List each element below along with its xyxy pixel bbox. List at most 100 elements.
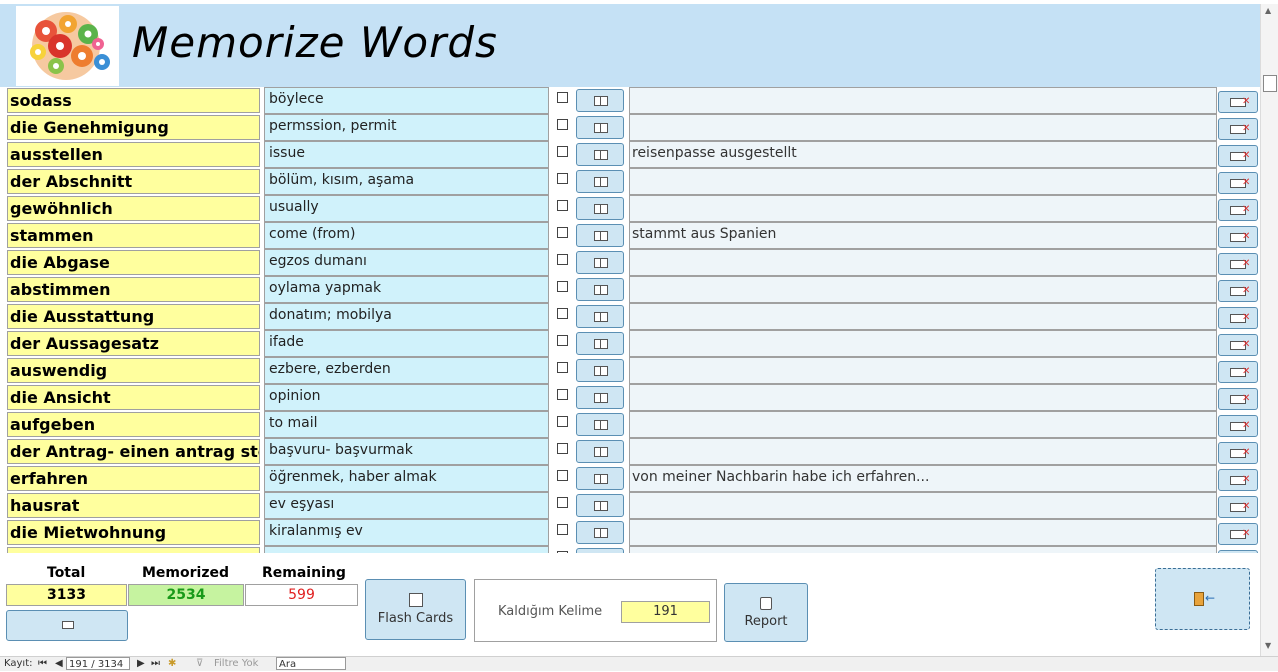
memorized-checkbox[interactable] bbox=[557, 227, 568, 238]
flash-cards-button[interactable]: Flash Cards bbox=[365, 579, 466, 640]
memorized-checkbox[interactable] bbox=[557, 497, 568, 508]
details-button[interactable] bbox=[576, 494, 624, 517]
memorized-checkbox[interactable] bbox=[557, 470, 568, 481]
memorized-checkbox[interactable] bbox=[557, 281, 568, 292]
details-button[interactable] bbox=[576, 359, 624, 382]
last-record-icon[interactable]: ⏭ bbox=[151, 657, 160, 671]
vertical-scrollbar[interactable]: ▲ ▼ bbox=[1260, 4, 1278, 656]
meaning-field[interactable]: başvuru- başvurmak bbox=[264, 438, 549, 465]
example-field[interactable] bbox=[629, 303, 1217, 330]
meaning-field[interactable]: kiralanmış ev bbox=[264, 519, 549, 546]
memorized-checkbox[interactable] bbox=[557, 146, 568, 157]
meaning-field[interactable]: oylama yapmak bbox=[264, 276, 549, 303]
search-input[interactable]: Ara bbox=[276, 657, 346, 670]
delete-row-button[interactable]: ✕ bbox=[1218, 226, 1258, 248]
word-field[interactable]: hausrat bbox=[7, 493, 260, 518]
new-record-icon[interactable]: ✱ bbox=[168, 657, 176, 671]
word-field[interactable]: die Abgase bbox=[7, 250, 260, 275]
memorized-checkbox[interactable] bbox=[557, 416, 568, 427]
example-field[interactable] bbox=[629, 114, 1217, 141]
delete-row-button[interactable]: ✕ bbox=[1218, 523, 1258, 545]
meaning-field[interactable]: donatım; mobilya bbox=[264, 303, 549, 330]
meaning-field[interactable]: ifade bbox=[264, 330, 549, 357]
first-record-icon[interactable]: ⏮ bbox=[38, 657, 47, 671]
memorized-checkbox[interactable] bbox=[557, 254, 568, 265]
delete-row-button[interactable]: ✕ bbox=[1218, 172, 1258, 194]
example-field[interactable] bbox=[629, 330, 1217, 357]
word-field[interactable]: abstimmen bbox=[7, 277, 260, 302]
delete-row-button[interactable]: ✕ bbox=[1218, 388, 1258, 410]
filter-status[interactable]: Filtre Yok bbox=[214, 657, 258, 671]
delete-row-button[interactable]: ✕ bbox=[1218, 361, 1258, 383]
word-field[interactable]: der Aussagesatz bbox=[7, 331, 260, 356]
word-field[interactable]: erfahren bbox=[7, 466, 260, 491]
meaning-field[interactable]: opinion bbox=[264, 384, 549, 411]
memorized-checkbox[interactable] bbox=[557, 389, 568, 400]
example-field[interactable]: stammt aus Spanien bbox=[629, 222, 1217, 249]
details-button[interactable] bbox=[576, 170, 624, 193]
next-record-icon[interactable]: ▶ bbox=[137, 657, 145, 671]
word-field[interactable]: die Ausstattung bbox=[7, 304, 260, 329]
memorized-checkbox[interactable] bbox=[557, 200, 568, 211]
details-button[interactable] bbox=[576, 251, 624, 274]
details-button[interactable] bbox=[576, 386, 624, 409]
details-button[interactable] bbox=[576, 89, 624, 112]
memorized-checkbox[interactable] bbox=[557, 335, 568, 346]
example-field[interactable] bbox=[629, 276, 1217, 303]
bookmark-value[interactable]: 191 bbox=[621, 601, 710, 623]
memorized-checkbox[interactable] bbox=[557, 173, 568, 184]
example-field[interactable] bbox=[629, 519, 1217, 546]
meaning-field[interactable]: permssion, permit bbox=[264, 114, 549, 141]
meaning-field[interactable]: usually bbox=[264, 195, 549, 222]
delete-row-button[interactable]: ✕ bbox=[1218, 199, 1258, 221]
word-field[interactable]: der Antrag- einen antrag stellen bbox=[7, 439, 260, 464]
meaning-field[interactable]: öğrenmek, haber almak bbox=[264, 465, 549, 492]
example-field[interactable]: von meiner Nachbarin habe ich erfahren..… bbox=[629, 465, 1217, 492]
meaning-field[interactable]: issue bbox=[264, 141, 549, 168]
delete-row-button[interactable]: ✕ bbox=[1218, 496, 1258, 518]
word-field[interactable]: der Abschnitt bbox=[7, 169, 260, 194]
word-field[interactable]: aufgeben bbox=[7, 412, 260, 437]
delete-row-button[interactable]: ✕ bbox=[1218, 334, 1258, 356]
meaning-field[interactable]: come (from) bbox=[264, 222, 549, 249]
example-field[interactable] bbox=[629, 492, 1217, 519]
word-field[interactable]: die Ansicht bbox=[7, 385, 260, 410]
example-field[interactable] bbox=[629, 438, 1217, 465]
details-button[interactable] bbox=[576, 116, 624, 139]
meaning-field[interactable]: bölüm, kısım, aşama bbox=[264, 168, 549, 195]
details-button[interactable] bbox=[576, 467, 624, 490]
word-field[interactable]: sodass bbox=[7, 88, 260, 113]
example-field[interactable] bbox=[629, 357, 1217, 384]
memorized-checkbox[interactable] bbox=[557, 524, 568, 535]
details-button[interactable] bbox=[576, 143, 624, 166]
details-button[interactable] bbox=[576, 224, 624, 247]
memorized-checkbox[interactable] bbox=[557, 443, 568, 454]
refresh-button[interactable] bbox=[6, 610, 128, 641]
scrollbar-thumb[interactable] bbox=[1263, 75, 1277, 92]
meaning-field[interactable]: to mail bbox=[264, 411, 549, 438]
previous-record-icon[interactable]: ◀ bbox=[55, 657, 63, 671]
details-button[interactable] bbox=[576, 548, 624, 553]
delete-row-button[interactable]: ✕ bbox=[1218, 307, 1258, 329]
delete-row-button[interactable]: ✕ bbox=[1218, 469, 1258, 491]
word-field[interactable]: die Mietwohnung bbox=[7, 520, 260, 545]
word-field[interactable]: auswendig bbox=[7, 358, 260, 383]
details-button[interactable] bbox=[576, 197, 624, 220]
word-field[interactable]: ausstellen bbox=[7, 142, 260, 167]
scroll-up-arrow-icon[interactable]: ▲ bbox=[1265, 6, 1271, 15]
delete-row-button[interactable]: ✕ bbox=[1218, 91, 1258, 113]
report-button[interactable]: Report bbox=[724, 583, 808, 642]
memorized-checkbox[interactable] bbox=[557, 119, 568, 130]
details-button[interactable] bbox=[576, 521, 624, 544]
delete-row-button[interactable]: ✕ bbox=[1218, 118, 1258, 140]
details-button[interactable] bbox=[576, 278, 624, 301]
details-button[interactable] bbox=[576, 413, 624, 436]
meaning-field[interactable] bbox=[264, 546, 549, 553]
memorized-checkbox[interactable] bbox=[557, 551, 568, 553]
delete-row-button[interactable]: ✕ bbox=[1218, 415, 1258, 437]
scroll-down-arrow-icon[interactable]: ▼ bbox=[1265, 641, 1271, 650]
example-field[interactable] bbox=[629, 411, 1217, 438]
word-field[interactable] bbox=[7, 547, 260, 553]
memorized-checkbox[interactable] bbox=[557, 92, 568, 103]
word-field[interactable]: stammen bbox=[7, 223, 260, 248]
